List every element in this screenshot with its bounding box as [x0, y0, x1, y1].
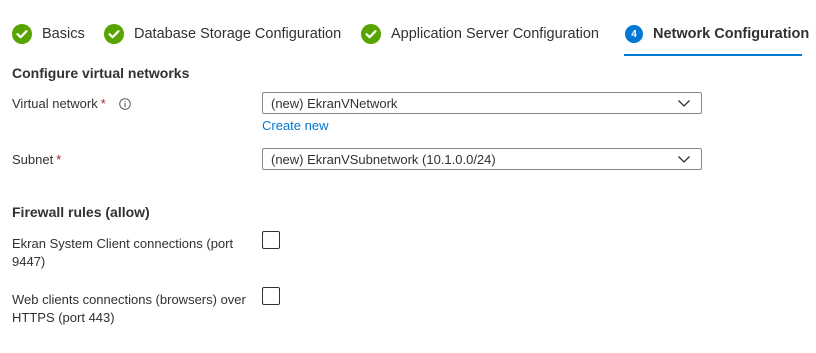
rule-label-line: Ekran System Client connections (port	[12, 236, 234, 251]
subnet-value: (new) EkranVSubnetwork (10.1.0.0/24)	[271, 151, 496, 167]
chevron-down-icon	[678, 156, 690, 163]
virtual-network-label: Virtual network *	[12, 95, 132, 113]
virtual-network-dropdown[interactable]: (new) EkranVNetwork	[262, 92, 702, 114]
check-circle-icon	[12, 24, 32, 44]
client-connections-checkbox[interactable]	[262, 231, 280, 249]
step-application-server[interactable]: Application Server Configuration	[361, 22, 599, 46]
info-icon[interactable]	[119, 98, 132, 110]
rule-label-line: HTTPS (port 443)	[12, 310, 115, 325]
firewall-rule-label-web: Web clients connections (browsers) over …	[12, 291, 252, 327]
step-label: Basics	[42, 26, 85, 42]
required-asterisk: *	[100, 96, 106, 111]
check-circle-icon	[104, 24, 124, 44]
wizard-steps: Basics Database Storage Configuration Ap…	[0, 0, 816, 60]
section-title-firewall-rules: Firewall rules (allow)	[12, 204, 150, 220]
check-circle-icon	[361, 24, 381, 44]
step-label: Database Storage Configuration	[134, 26, 342, 42]
web-clients-checkbox[interactable]	[262, 287, 280, 305]
subnet-label-text: Subnet	[12, 152, 54, 167]
chevron-down-icon	[678, 100, 690, 107]
step-number-badge: 4	[625, 25, 643, 43]
subnet-label: Subnet *	[12, 151, 61, 169]
rule-label-line: Web clients connections (browsers) over	[12, 292, 246, 307]
subnet-dropdown[interactable]: (new) EkranVSubnetwork (10.1.0.0/24)	[262, 148, 702, 170]
required-asterisk: *	[56, 152, 62, 167]
step-label: Application Server Configuration	[391, 26, 599, 42]
virtual-network-label-text: Virtual network	[12, 96, 98, 111]
active-step-underline	[624, 54, 802, 56]
step-label: Network Configuration	[653, 26, 810, 42]
virtual-network-value: (new) EkranVNetwork	[271, 95, 398, 111]
rule-label-line: 9447)	[12, 254, 46, 269]
step-database-storage[interactable]: Database Storage Configuration	[104, 22, 341, 46]
firewall-rule-label-client: Ekran System Client connections (port 94…	[12, 235, 252, 271]
step-basics[interactable]: Basics	[12, 22, 85, 46]
step-network-configuration[interactable]: 4 Network Configuration	[625, 22, 809, 46]
create-new-link[interactable]: Create new	[262, 118, 328, 133]
section-title-virtual-networks: Configure virtual networks	[12, 65, 190, 81]
